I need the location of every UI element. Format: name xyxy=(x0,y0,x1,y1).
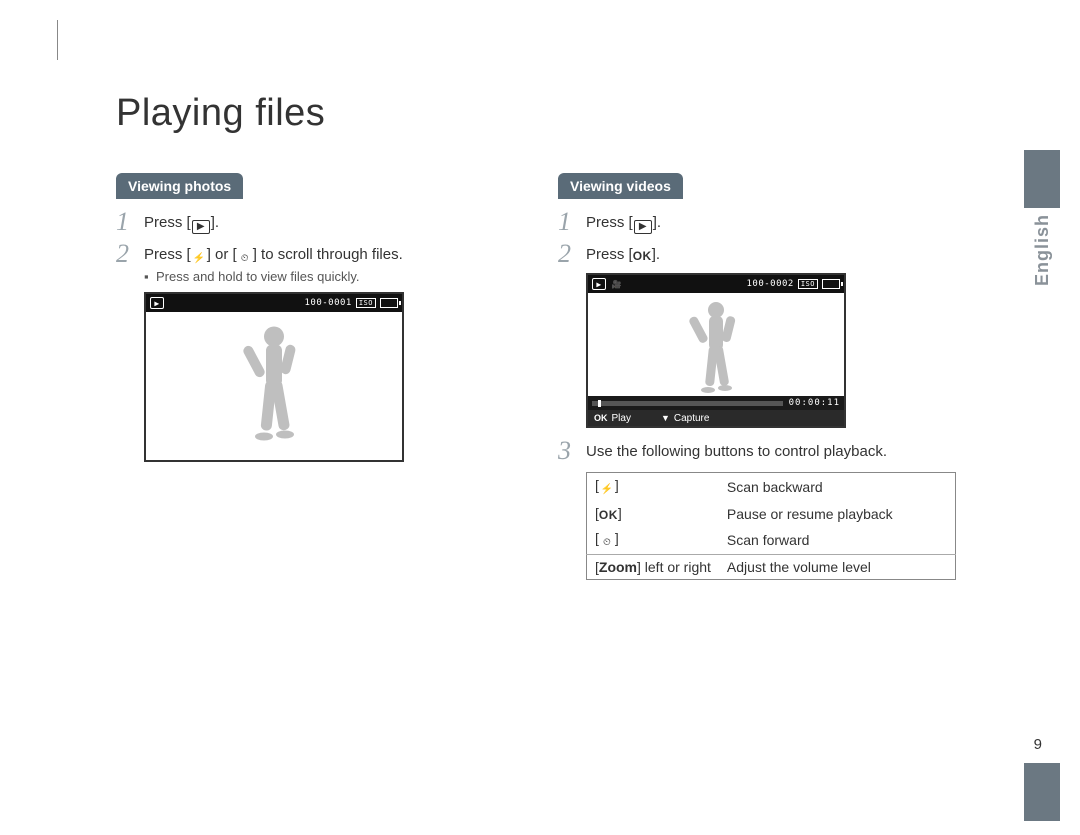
videos-step-1: 1 Press [▶]. xyxy=(558,209,978,235)
photos-step-1: 1 Press [▶]. xyxy=(116,209,536,235)
page-title: Playing files xyxy=(116,92,325,135)
step-number: 2 xyxy=(558,241,586,267)
hint-row: OK Play ▼ Capture xyxy=(588,410,844,426)
photo-preview-screen: ▶ 100-0001 ISO xyxy=(144,292,404,462)
control-desc-cell: Pause or resume playback xyxy=(719,501,956,526)
down-key-icon: ▼ xyxy=(661,413,670,423)
photos-sub-bullet: ▪ Press and hold to view files quickly. xyxy=(144,268,403,286)
photos-step-2: 2 Press [⚡] or [⏲] to scroll through fil… xyxy=(116,241,536,286)
step-number: 2 xyxy=(116,241,144,267)
photo-screen-header: ▶ 100-0001 ISO xyxy=(146,294,402,312)
video-mode-icon: 🎥 xyxy=(610,278,624,290)
step-number: 1 xyxy=(116,209,144,235)
iso-tag: ISO xyxy=(356,298,376,308)
video-screen-header: ▶ 🎥 100-0002 ISO xyxy=(588,275,844,293)
playback-controls-table: [⚡] Scan backward [OK] Pause or resume p… xyxy=(586,472,956,580)
step-text: Press [⚡] or [⏲] to scroll through files… xyxy=(144,241,403,286)
ok-icon: OK xyxy=(633,249,652,263)
timer-icon: ⏲ xyxy=(238,252,252,266)
photos-steps: 1 Press [▶]. 2 Press [⚡] or [⏲] to scrol… xyxy=(116,209,536,286)
control-desc-cell: Adjust the volume level xyxy=(719,555,956,580)
table-row: [OK] Pause or resume playback xyxy=(587,501,956,526)
ok-key-icon: OK xyxy=(594,413,608,423)
page-number: 9 xyxy=(1034,736,1042,753)
step-text: Use the following buttons to control pla… xyxy=(586,438,887,462)
section-heading-videos: Viewing videos xyxy=(558,173,683,199)
bottom-accent-bar xyxy=(1024,763,1060,821)
control-key-cell: [⏲] xyxy=(587,526,719,555)
control-desc-cell: Scan backward xyxy=(719,473,956,502)
step-text: Press [▶]. xyxy=(586,209,661,234)
timer-icon: ⏲ xyxy=(600,536,614,550)
table-row: [⏲] Scan forward xyxy=(587,526,956,555)
playback-mode-icon: ▶ xyxy=(150,297,164,309)
videos-step-3: 3 Use the following buttons to control p… xyxy=(558,438,978,464)
video-footer: 00:00:11 OK Play ▼ Capture xyxy=(588,396,844,426)
video-preview-screen: ▶ 🎥 100-0002 ISO xyxy=(586,273,846,428)
bullet-dot: ▪ xyxy=(144,268,156,286)
step-text: Press [OK]. xyxy=(586,241,660,265)
file-counter: 100-0002 xyxy=(746,279,793,289)
step-number: 1 xyxy=(558,209,586,235)
control-key-cell: [OK] xyxy=(587,501,719,526)
step-text: Press [▶]. xyxy=(144,209,219,234)
control-key-cell: [⚡] xyxy=(587,473,719,502)
language-tab: English xyxy=(1024,150,1060,292)
ok-icon: OK xyxy=(599,508,618,522)
flash-icon: ⚡ xyxy=(192,252,206,266)
battery-icon xyxy=(822,279,840,289)
manual-page: Playing files Viewing photos 1 Press [▶]… xyxy=(0,0,1080,835)
control-desc-cell: Scan forward xyxy=(719,526,956,555)
hint-play: OK Play xyxy=(594,413,631,424)
videos-step-2: 2 Press [OK]. xyxy=(558,241,978,267)
control-key-cell: [Zoom] left or right xyxy=(587,555,719,580)
playback-icon: ▶ xyxy=(634,220,652,234)
section-viewing-photos: Viewing photos 1 Press [▶]. 2 Press [⚡] … xyxy=(116,173,536,462)
section-viewing-videos: Viewing videos 1 Press [▶]. 2 Press [OK]… xyxy=(558,173,978,580)
videos-steps-2: 3 Use the following buttons to control p… xyxy=(558,438,978,464)
battery-icon xyxy=(380,298,398,308)
timecode: 00:00:11 xyxy=(789,398,840,408)
person-silhouette xyxy=(239,319,309,449)
videos-steps: 1 Press [▶]. 2 Press [OK]. xyxy=(558,209,978,267)
playback-mode-icon: ▶ xyxy=(592,278,606,290)
section-heading-photos: Viewing photos xyxy=(116,173,243,199)
progress-bar xyxy=(592,401,783,406)
tab-accent-bar xyxy=(1024,150,1060,208)
margin-mark xyxy=(57,20,58,60)
iso-tag: ISO xyxy=(798,279,818,289)
flash-icon: ⚡ xyxy=(600,483,614,497)
hint-capture: ▼ Capture xyxy=(661,413,710,424)
playback-icon: ▶ xyxy=(192,220,210,234)
progress-row: 00:00:11 xyxy=(588,396,844,410)
table-row: [⚡] Scan backward xyxy=(587,473,956,502)
file-counter: 100-0001 xyxy=(304,298,351,308)
table-row: [Zoom] left or right Adjust the volume l… xyxy=(587,555,956,580)
person-silhouette xyxy=(686,296,746,396)
step-number: 3 xyxy=(558,438,586,464)
language-label: English xyxy=(1032,214,1053,286)
